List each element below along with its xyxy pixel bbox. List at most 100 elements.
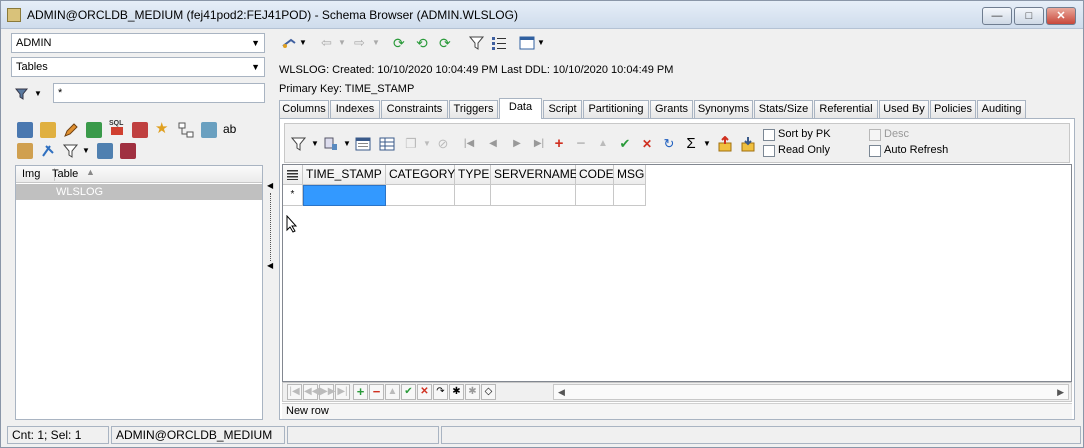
maximize-button[interactable]: □ [1014,7,1044,25]
delete-record-icon[interactable]: − [573,136,589,152]
delete-button[interactable]: − [369,384,384,400]
chevron-down-icon[interactable]: ▼ [339,136,355,152]
sql-icon[interactable]: SQL [109,120,125,136]
refresh-button[interactable]: ↷ [433,384,448,400]
tab-triggers[interactable]: Triggers [449,100,498,118]
filter-icon[interactable] [62,143,79,159]
column-header-table[interactable]: Table [52,168,78,180]
grid-cell-servername[interactable] [491,185,576,206]
column-header-type[interactable]: TYPE [455,165,491,185]
sort-by-pk-checkbox[interactable] [763,129,775,141]
rename-icon[interactable]: ab [223,121,239,137]
export-icon[interactable] [97,143,113,159]
cancel-edit-icon[interactable]: ✕ [639,136,655,152]
close-button[interactable]: ✕ [1046,7,1076,25]
refresh-table-icon[interactable] [201,122,217,138]
tab-auditing[interactable]: Auditing [977,100,1026,118]
last-record-button[interactable]: ▶| [335,384,350,400]
edit-record-icon[interactable]: ▲ [595,136,611,152]
prior-page-button[interactable]: ◀◀ [303,384,319,400]
insert-button[interactable]: + [353,384,368,400]
next-page-button[interactable]: ▶▶ [319,384,335,400]
column-header-servername[interactable]: SERVERNAME [491,165,578,185]
import-data-icon[interactable] [740,136,756,152]
tab-data[interactable]: Data [499,98,542,119]
chevron-down-icon[interactable]: ▼ [299,35,315,51]
chevron-down-icon[interactable]: ▼ [82,143,98,159]
cancel-button[interactable]: ✕ [417,384,432,400]
edit-pencil-icon[interactable] [63,122,79,138]
column-header-msg[interactable]: MSG [614,165,646,185]
tab-used-by[interactable]: Used By [879,100,929,118]
tab-script[interactable]: Script [543,100,582,118]
chevron-down-icon[interactable]: ▼ [307,136,323,152]
scroll-left-icon[interactable]: ◀ [558,385,565,399]
tab-policies[interactable]: Policies [930,100,976,118]
data-grid[interactable]: TIME_STAMP CATEGORY TYPE SERVERNAME CODE… [282,164,1072,382]
column-header-category[interactable]: CATEGORY [386,165,455,185]
grid-cell-type[interactable] [455,185,491,206]
stop-icon[interactable] [120,143,136,159]
single-record-view-icon[interactable] [355,136,371,152]
next-record-icon[interactable]: ▶ [509,136,525,152]
edit-button[interactable]: ▲ [385,384,400,400]
grid-corner-icon[interactable] [283,165,303,185]
grid-cell-category[interactable] [386,185,455,206]
filter-icon[interactable] [290,136,307,152]
list-view-icon[interactable] [491,35,507,51]
script-icon[interactable] [17,143,33,159]
sort-icon[interactable] [323,136,339,152]
grid-cell-time-stamp[interactable] [303,185,386,206]
column-header-img[interactable]: Img [22,168,40,180]
auto-refresh-checkbox[interactable] [869,145,881,157]
grid-cell-msg[interactable] [614,185,646,206]
collapse-left-icon[interactable]: ◀ [267,181,273,190]
insert-record-icon[interactable]: + [551,136,567,152]
post-button[interactable]: ✔ [401,384,416,400]
table-filter-input[interactable]: * [53,83,265,103]
tab-grants[interactable]: Grants [650,100,693,118]
prior-record-icon[interactable]: ◀ [485,136,501,152]
chevron-down-icon[interactable]: ▼ [537,35,553,51]
list-item[interactable]: WLSLOG [16,184,262,200]
clear-field-button[interactable]: ◇ [481,384,496,400]
export-data-icon[interactable] [717,135,733,152]
post-edit-icon[interactable]: ✔ [617,136,633,152]
tab-columns[interactable]: Columns [279,100,329,118]
desc-checkbox[interactable] [869,129,881,141]
grid-options-icon[interactable] [379,136,395,152]
filter-dropdown-icon[interactable] [14,86,31,102]
object-action-icon[interactable] [281,35,297,51]
chevron-down-icon[interactable]: ▼ [419,136,435,152]
relations-icon[interactable] [178,122,194,138]
refresh-all-icon[interactable]: ⟲ [416,35,432,51]
alter-table-icon[interactable] [40,122,56,138]
sync-icon[interactable]: ⟳ [439,35,455,51]
tab-synonyms[interactable]: Synonyms [694,100,753,118]
first-record-icon[interactable]: |◀ [461,136,477,152]
tab-stats-size[interactable]: Stats/Size [754,100,813,118]
horizontal-scrollbar[interactable]: ◀ ▶ [553,384,1069,400]
window-options-icon[interactable] [519,35,535,51]
panel-splitter[interactable]: ◀ ◀ [267,181,275,273]
grid-cell-code[interactable] [576,185,614,206]
filter-icon[interactable] [468,35,485,51]
chevron-down-icon[interactable]: ▼ [372,35,388,51]
read-only-checkbox[interactable] [763,145,775,157]
default-value-button[interactable]: ✱ [465,384,480,400]
tab-indexes[interactable]: Indexes [330,100,380,118]
back-arrow-icon[interactable]: ⇦ [321,35,337,51]
drop-table-icon[interactable] [132,122,148,138]
chevron-down-icon[interactable]: ▼ [699,136,715,152]
chevron-down-icon[interactable]: ▼ [34,86,50,102]
last-record-icon[interactable]: ▶| [531,136,547,152]
first-record-button[interactable]: |◀ [287,384,302,400]
scroll-right-icon[interactable]: ▶ [1057,385,1064,399]
schema-combo[interactable]: ADMIN ▼ [11,33,265,53]
copy-icon[interactable]: ❐ [403,136,419,152]
new-table-icon[interactable] [17,122,33,138]
table-list[interactable]: Img Table ▲ WLSLOG [15,165,263,420]
star-icon[interactable]: ★ [155,121,171,137]
clear-icon[interactable]: ⊘ [435,136,451,152]
sum-icon[interactable]: Σ [683,136,699,152]
